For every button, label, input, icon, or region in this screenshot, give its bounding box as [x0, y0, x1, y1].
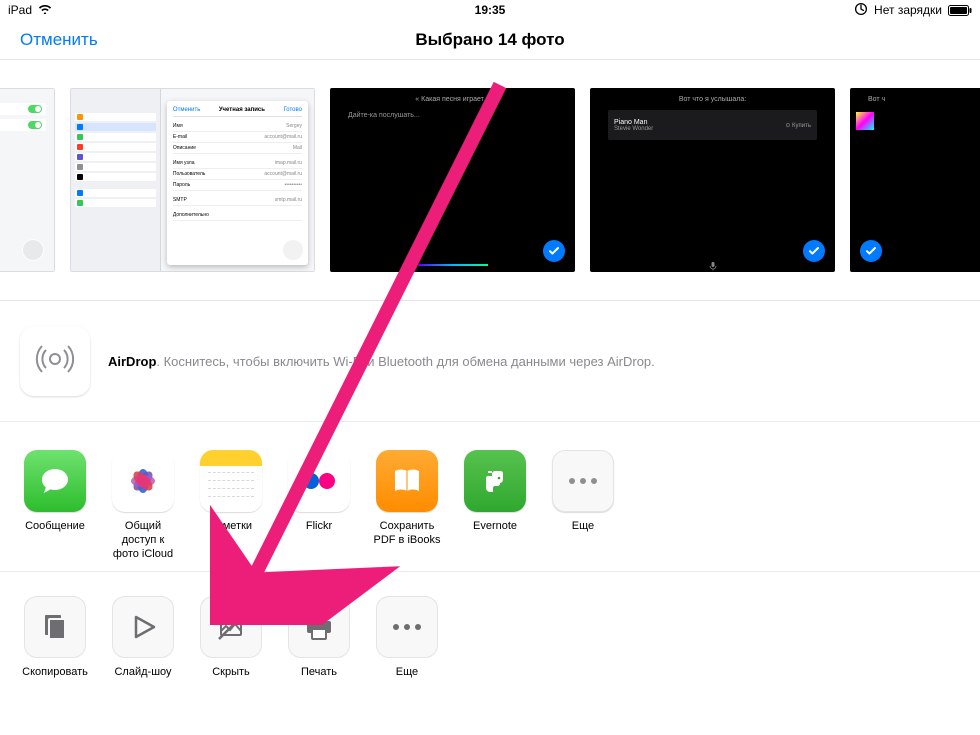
selected-check-icon[interactable]: [803, 240, 825, 262]
photo-thumb[interactable]: Вот ч: [850, 88, 980, 272]
cancel-button[interactable]: Отменить: [20, 30, 98, 50]
photo-thumb[interactable]: « Какая песня играет » Дайте-ка послушат…: [330, 88, 575, 272]
printer-icon: [302, 610, 336, 644]
ellipsis-icon: [390, 622, 424, 632]
photos-flower-icon: [121, 459, 165, 503]
status-time: 19:35: [475, 3, 506, 17]
share-app-notes[interactable]: Заметки: [196, 450, 266, 561]
flickr-dots-icon: [297, 459, 341, 503]
airdrop-description: AirDrop. Коснитесь, чтобы включить Wi-Fi…: [108, 354, 655, 369]
share-app-flickr[interactable]: Flickr: [284, 450, 354, 561]
action-copy[interactable]: Скопировать: [20, 596, 90, 694]
now-playing-card: Piano Man Stevie Wonder ⊙ Купить: [608, 110, 817, 140]
photo-thumb[interactable]: Вот что я услышала: Piano Man Stevie Won…: [590, 88, 835, 272]
action-print[interactable]: Печать: [284, 596, 354, 694]
sync-icon: [854, 2, 868, 19]
airdrop-section: AirDrop. Коснитесь, чтобы включить Wi-Fi…: [0, 301, 980, 422]
action-hide[interactable]: Скрыть: [196, 596, 266, 694]
airdrop-icon: [32, 336, 78, 387]
wifi-icon: [38, 3, 52, 17]
siri-waveform-icon: [418, 264, 488, 266]
share-app-icloud-photo[interactable]: Общий доступ к фото iCloud: [108, 450, 178, 561]
ellipsis-icon: [566, 476, 600, 486]
action-more[interactable]: Еще: [372, 596, 442, 694]
selected-check-icon[interactable]: [543, 240, 565, 262]
evernote-elephant-icon: [477, 463, 513, 499]
page-title: Выбрано 14 фото: [415, 30, 564, 50]
nav-bar: Отменить Выбрано 14 фото: [0, 20, 980, 60]
action-slideshow[interactable]: Слайд-шоу: [108, 596, 178, 694]
actions-row[interactable]: Скопировать Слайд-шоу Скрыть Печать Еще: [0, 572, 980, 704]
battery-icon: [948, 5, 972, 16]
notes-header-icon: [200, 450, 262, 466]
message-bubble-icon: [37, 463, 73, 499]
share-app-evernote[interactable]: Evernote: [460, 450, 530, 561]
photo-thumb[interactable]: [0, 88, 55, 272]
device-label: iPad: [8, 3, 32, 17]
share-app-ibooks-pdf[interactable]: Сохранить PDF в iBooks: [372, 450, 442, 561]
airdrop-button[interactable]: [20, 326, 90, 396]
thumbnail-strip[interactable]: ОтменитьУчетная записьГотово ИмяSergey E…: [0, 60, 980, 301]
share-apps-row[interactable]: Сообщение Общий доступ к фото iCloud: [0, 422, 980, 572]
status-bar: iPad 19:35 Нет зарядки: [0, 0, 980, 20]
selected-check-icon[interactable]: [860, 240, 882, 262]
book-icon: [389, 463, 425, 499]
select-circle[interactable]: [282, 239, 304, 261]
play-icon: [128, 612, 158, 642]
hide-photo-icon: [214, 610, 248, 644]
copy-icon: [38, 610, 72, 644]
no-charge-label: Нет зарядки: [874, 3, 942, 17]
share-app-more[interactable]: Еще: [548, 450, 618, 561]
share-app-messages[interactable]: Сообщение: [20, 450, 90, 561]
select-circle[interactable]: [22, 239, 44, 261]
artwork-icon: [856, 112, 874, 130]
mic-icon: [708, 258, 718, 268]
photo-thumb[interactable]: ОтменитьУчетная записьГотово ИмяSergey E…: [70, 88, 315, 272]
